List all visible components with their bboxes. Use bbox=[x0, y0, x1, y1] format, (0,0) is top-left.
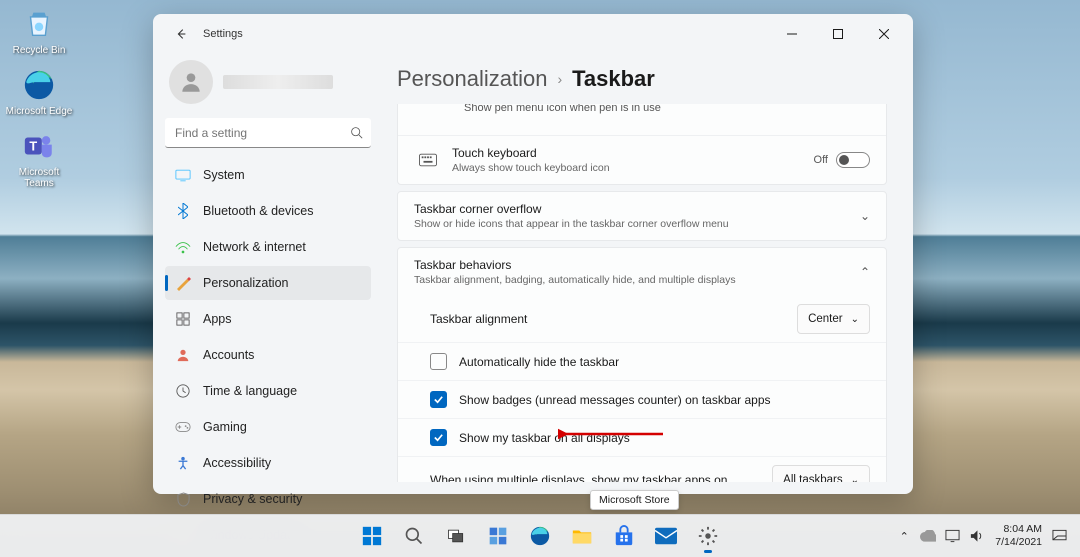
personalization-icon bbox=[175, 275, 191, 291]
nav-item-accounts[interactable]: Accounts bbox=[165, 338, 371, 372]
task-view-button[interactable] bbox=[437, 517, 475, 555]
checkbox-badges[interactable] bbox=[430, 391, 447, 408]
taskbar-store[interactable] bbox=[605, 517, 643, 555]
taskbar-settings[interactable] bbox=[689, 517, 727, 555]
nav-item-privacy[interactable]: Privacy & security bbox=[165, 482, 371, 516]
account-header[interactable] bbox=[165, 54, 371, 118]
row-all-displays[interactable]: Show my taskbar on all displays bbox=[398, 418, 886, 456]
chevron-down-icon: ⌄ bbox=[851, 314, 859, 325]
search-field[interactable] bbox=[165, 118, 371, 148]
nav-item-personalization[interactable]: Personalization bbox=[165, 266, 371, 300]
chevron-down-icon: ⌄ bbox=[860, 209, 870, 223]
chevron-up-icon: ⌃ bbox=[860, 265, 870, 279]
card-touch-keyboard: Show pen menu icon when pen is in use To… bbox=[397, 104, 887, 185]
checkbox-autohide[interactable] bbox=[430, 353, 447, 370]
desktop-icon-recycle-bin[interactable]: Recycle Bin bbox=[5, 5, 73, 56]
onedrive-icon[interactable] bbox=[917, 521, 939, 551]
search-button[interactable] bbox=[395, 517, 433, 555]
nav-item-network[interactable]: Network & internet bbox=[165, 230, 371, 264]
breadcrumb-current: Taskbar bbox=[572, 66, 655, 92]
taskbar-edge[interactable] bbox=[521, 517, 559, 555]
breadcrumb: Personalization › Taskbar bbox=[397, 54, 887, 104]
avatar-icon bbox=[169, 60, 213, 104]
maximize-button[interactable] bbox=[815, 19, 861, 49]
notifications-button[interactable] bbox=[1048, 521, 1070, 551]
nav-list: SystemBluetooth & devicesNetwork & inter… bbox=[165, 158, 371, 552]
network-icon bbox=[175, 239, 191, 255]
start-button[interactable] bbox=[353, 517, 391, 555]
recycle-bin-icon bbox=[20, 5, 58, 43]
svg-text:T: T bbox=[29, 138, 37, 153]
close-button[interactable] bbox=[861, 19, 907, 49]
row-autohide[interactable]: Automatically hide the taskbar bbox=[398, 342, 886, 380]
search-input[interactable] bbox=[165, 118, 371, 148]
row-pen-menu[interactable]: Show pen menu icon when pen is in use bbox=[398, 104, 886, 135]
desktop-icon-edge[interactable]: Microsoft Edge bbox=[5, 66, 73, 117]
bluetooth-icon bbox=[175, 203, 191, 219]
tray-overflow[interactable]: ⌃ bbox=[893, 521, 915, 551]
teams-icon: T bbox=[20, 127, 58, 165]
clock[interactable]: 8:04 AM 7/14/2021 bbox=[995, 523, 1042, 548]
accounts-icon bbox=[175, 347, 191, 363]
breadcrumb-parent[interactable]: Personalization bbox=[397, 66, 547, 92]
system-icon bbox=[175, 167, 191, 183]
touch-keyboard-toggle[interactable]: Off bbox=[814, 152, 870, 168]
gaming-icon bbox=[175, 419, 191, 435]
network-icon[interactable] bbox=[941, 521, 963, 551]
main-content: Personalization › Taskbar Show pen menu … bbox=[383, 54, 913, 494]
nav-item-time[interactable]: Time & language bbox=[165, 374, 371, 408]
row-badges[interactable]: Show badges (unread messages counter) on… bbox=[398, 380, 886, 418]
alignment-dropdown[interactable]: Center ⌄ bbox=[797, 304, 870, 334]
row-touch-keyboard[interactable]: Touch keyboard Always show touch keyboar… bbox=[398, 135, 886, 184]
volume-icon[interactable] bbox=[965, 521, 987, 551]
row-multi-displays: When using multiple displays, show my ta… bbox=[398, 456, 886, 482]
multi-dropdown[interactable]: All taskbars ⌄ bbox=[772, 465, 870, 482]
keyboard-icon bbox=[414, 153, 442, 167]
card-taskbar-behaviors: Taskbar behaviors Taskbar alignment, bad… bbox=[397, 247, 887, 482]
card-corner-overflow[interactable]: Taskbar corner overflow Show or hide ico… bbox=[397, 191, 887, 241]
desktop-icon-teams[interactable]: T Microsoft Teams bbox=[5, 127, 73, 189]
time-icon bbox=[175, 383, 191, 399]
search-icon bbox=[350, 126, 363, 139]
nav-item-apps[interactable]: Apps bbox=[165, 302, 371, 336]
nav-item-bluetooth[interactable]: Bluetooth & devices bbox=[165, 194, 371, 228]
taskbar-explorer[interactable] bbox=[563, 517, 601, 555]
checkbox-all-displays[interactable] bbox=[430, 429, 447, 446]
back-button[interactable] bbox=[167, 20, 195, 48]
sidebar: SystemBluetooth & devicesNetwork & inter… bbox=[153, 54, 383, 494]
behaviors-header[interactable]: Taskbar behaviors Taskbar alignment, bad… bbox=[398, 248, 886, 296]
taskbar-mail[interactable] bbox=[647, 517, 685, 555]
settings-window: Settings SystemBluetooth & devicesNetwor… bbox=[153, 14, 913, 494]
edge-icon bbox=[20, 66, 58, 104]
window-title: Settings bbox=[203, 28, 243, 40]
apps-icon bbox=[175, 311, 191, 327]
system-tray: ⌃ 8:04 AM 7/14/2021 bbox=[893, 521, 1080, 551]
nav-item-accessibility[interactable]: Accessibility bbox=[165, 446, 371, 480]
chevron-right-icon: › bbox=[557, 71, 562, 87]
nav-item-system[interactable]: System bbox=[165, 158, 371, 192]
minimize-button[interactable] bbox=[769, 19, 815, 49]
desktop-icons: Recycle Bin Microsoft Edge T Microsoft T… bbox=[5, 5, 73, 199]
username-redacted bbox=[223, 75, 333, 89]
widgets-button[interactable] bbox=[479, 517, 517, 555]
row-alignment: Taskbar alignment Center ⌄ bbox=[398, 296, 886, 342]
chevron-down-icon: ⌄ bbox=[851, 475, 859, 483]
toggle-switch[interactable] bbox=[836, 152, 870, 168]
taskbar-tooltip: Microsoft Store bbox=[590, 490, 679, 510]
titlebar: Settings bbox=[153, 14, 913, 54]
privacy-icon bbox=[175, 491, 191, 507]
taskbar: ⌃ 8:04 AM 7/14/2021 bbox=[0, 514, 1080, 557]
accessibility-icon bbox=[175, 455, 191, 471]
taskbar-center bbox=[353, 517, 727, 555]
nav-item-gaming[interactable]: Gaming bbox=[165, 410, 371, 444]
